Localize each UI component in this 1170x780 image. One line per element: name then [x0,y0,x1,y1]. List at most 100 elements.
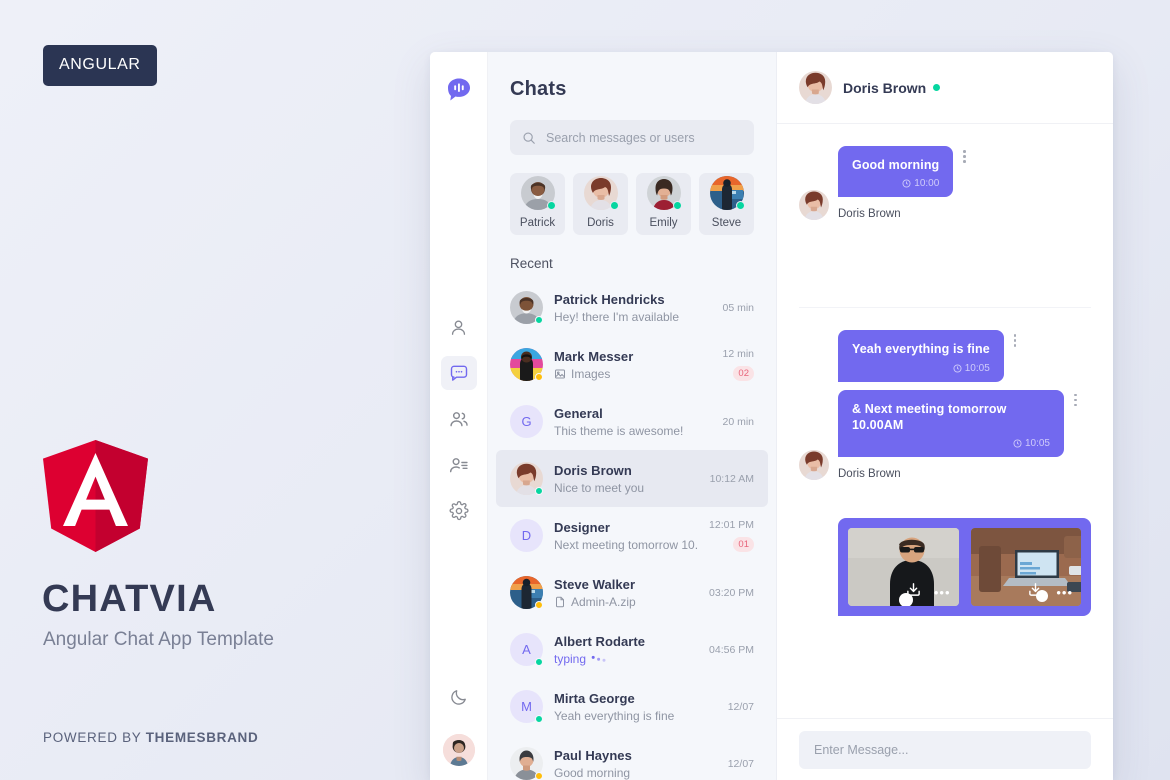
page-subtitle: Angular Chat App Template [43,629,274,650]
sidebar-item-settings[interactable] [441,494,477,528]
clock-icon [902,179,911,188]
sidebar-rail [430,52,488,780]
status-dot [535,487,543,495]
message-input[interactable] [799,730,1091,769]
message-bubble[interactable]: Yeah everything is fine 10:05 [838,330,1004,382]
conversation-panel: Doris Brown Good morning 10:00 Doris Bro… [777,52,1113,780]
users-group-icon [449,412,468,427]
status-user-emily[interactable]: Emily [636,173,691,235]
timestamp: 12/07 [727,757,754,770]
message-sender: Doris Brown [838,468,901,480]
list-item-active[interactable]: Doris Brown Nice to meet you 10:12 AM [496,450,768,507]
avatar [583,176,619,210]
powered-by: POWERED BY THEMESBRAND [43,730,258,745]
last-message: Nice to meet you [554,480,645,495]
avatar[interactable] [442,734,475,766]
avatar [510,576,543,609]
more-vertical-icon[interactable] [1013,330,1017,349]
list-item-body: Albert Rodarte typing [554,634,698,666]
powered-prefix: POWERED BY [43,730,146,745]
status-user-steve[interactable]: Steve [699,173,754,235]
more-vertical-icon[interactable] [963,146,966,165]
status-dot [535,601,543,609]
avatar-initial: D [510,519,543,552]
list-item[interactable]: Patrick Hendricks Hey! there I'm availab… [496,279,768,336]
recent-chat-list[interactable]: Patrick Hendricks Hey! there I'm availab… [488,279,776,780]
status-dot [535,772,543,780]
message-sender: Doris Brown [838,208,901,221]
branding-panel: ANGULAR CHATVIA Angular Chat App Templat… [0,0,430,780]
status-user-name: Doris [587,217,614,229]
list-item-body: Designer Next meeting tomorrow 10.00AM [554,520,698,552]
message-group: Yeah everything is fine 10:05 & Next mee… [799,307,1091,480]
unread-badge: 01 [733,536,754,553]
sidebar-bottom [441,680,477,766]
status-dot [672,201,682,210]
status-user-name: Patrick [519,217,556,229]
download-icon[interactable] [1028,582,1043,602]
avatar [646,176,682,210]
message-avatar [799,190,829,221]
timestamp: 05 min [722,301,754,314]
last-message-text: Images [571,366,611,381]
list-item-body: Paul Haynes Good morning [554,748,717,780]
sidebar-item-profile[interactable] [441,310,477,344]
conversation-contact-name: Doris Brown [843,79,927,96]
avatar [709,176,745,210]
avatar: A [510,633,543,666]
avatar[interactable] [799,71,832,104]
more-horizontal-icon[interactable]: ••• [934,586,951,599]
contact-name: Designer [554,519,611,535]
attachment-image-2[interactable]: ••• [970,528,1081,606]
list-item[interactable]: Mark Messer Images 12 min 02 [496,336,768,393]
timestamp: 20 min [722,415,754,428]
list-item[interactable]: Steve Walker Admin-A.zip 03:20 PM [496,564,768,621]
message-timestamp: 10:00 [914,178,940,190]
contact-name: Mark Messer [554,348,634,364]
list-item[interactable]: D Designer Next meeting tomorrow 10.00AM… [496,507,768,564]
message-timestamp: 10:05 [1024,438,1050,449]
attachment-image-1[interactable]: ••• [848,528,959,606]
more-horizontal-icon[interactable]: ••• [1056,586,1073,599]
status-user-doris[interactable]: Doris [573,173,628,235]
status-dot [535,658,543,666]
user-icon [451,319,466,335]
search-input[interactable] [546,130,742,145]
message-bubble[interactable]: Good morning 10:00 [838,146,954,198]
search-bar[interactable] [510,120,754,155]
sidebar-item-groups[interactable] [441,402,477,436]
list-item[interactable]: G General This theme is awesome! 20 min [496,393,768,450]
list-item[interactable]: Paul Haynes Good morning 12/07 [496,735,768,780]
status-dot [535,316,543,324]
status-user-name: Emily [649,217,678,229]
unread-badge: 02 [733,365,754,382]
last-message-text: Admin-A.zip [571,594,636,609]
attachment-bubble[interactable]: ••• ••• [838,518,1091,616]
list-item-meta: 10:12 AM [710,473,754,485]
search-icon [523,131,535,144]
more-vertical-icon[interactable] [1074,390,1077,409]
sidebar-item-contacts[interactable] [441,448,477,482]
message-bubble[interactable]: & Next meeting tomorrow 10.00AM 10:05 [838,389,1064,457]
last-message: Next meeting tomorrow 10.00AM [554,537,699,552]
chatvia-logo-icon[interactable] [446,77,472,103]
chat-bubble-icon [450,365,467,381]
last-message: Hey! there I'm available [554,309,680,324]
download-icon[interactable] [906,582,921,602]
status-user-patrick[interactable]: Patrick [510,173,565,235]
message-text: & Next meeting tomorrow 10.00AM [852,401,1007,432]
timestamp: 03:20 PM [709,586,754,599]
list-item-meta: 12/07 [728,758,754,770]
list-item-meta: 20 min [722,416,754,428]
list-item-body: Patrick Hendricks Hey! there I'm availab… [554,292,711,324]
powered-brand: THEMESBRAND [145,730,259,745]
message-text: Good morning [852,158,940,172]
message-group-attachments: ••• ••• [799,480,1091,616]
list-item[interactable]: M Mirta George Yeah everything is fine 1… [496,678,768,735]
image-icon [555,369,565,378]
sidebar-item-chats[interactable] [440,356,477,390]
dark-mode-toggle[interactable] [441,680,477,714]
list-item[interactable]: A Albert Rodarte typing 04:56 PM [496,621,768,678]
page-title: CHATVIA [42,578,217,620]
user-list-icon [449,458,468,473]
